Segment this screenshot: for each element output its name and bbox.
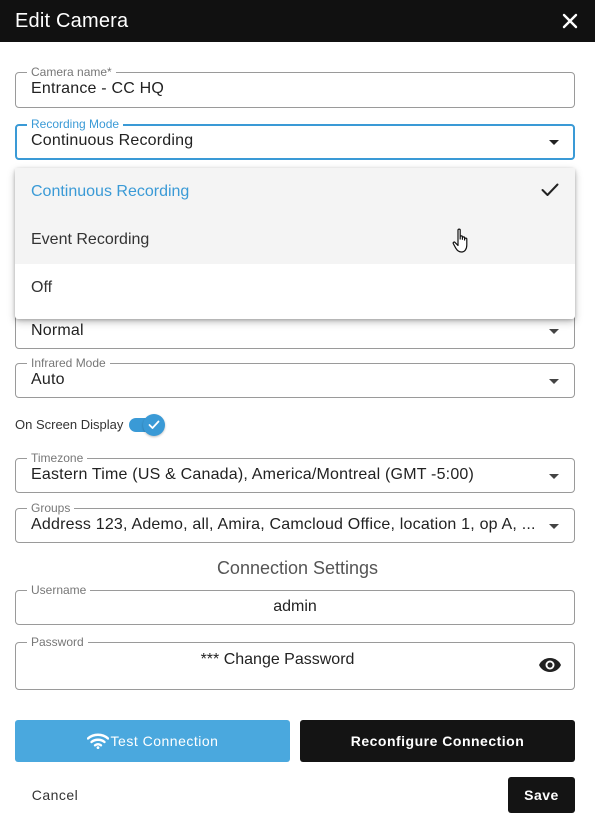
osd-row: On Screen Display xyxy=(15,413,166,436)
camera-name-label: Camera name* xyxy=(27,65,116,79)
test-connection-button[interactable]: Test Connection xyxy=(15,720,290,762)
test-connection-label: Test Connection xyxy=(110,733,219,749)
camera-name-value: Entrance - CC HQ xyxy=(31,80,165,97)
osd-label: On Screen Display xyxy=(15,416,124,432)
camera-name-field[interactable]: Camera name* Entrance - CC HQ xyxy=(15,65,575,108)
dropdown-option-continuous[interactable]: Continuous Recording xyxy=(15,168,575,216)
chevron-down-icon xyxy=(549,379,559,384)
chevron-down-icon xyxy=(549,474,559,479)
dialog-title: Edit Camera xyxy=(15,9,129,32)
infrared-mode-value: Auto xyxy=(31,371,65,388)
option-label: Off xyxy=(31,279,53,296)
dialog-header: Edit Camera xyxy=(0,0,595,42)
wifi-icon xyxy=(86,733,109,749)
password-value: *** Change Password xyxy=(200,651,355,668)
reconfigure-connection-button[interactable]: Reconfigure Connection xyxy=(300,720,575,762)
timezone-label: Timezone xyxy=(27,451,88,465)
timezone-select[interactable]: Timezone Eastern Time (US & Canada), Ame… xyxy=(15,451,575,493)
option-label: Event Recording xyxy=(31,231,150,248)
hand-pointer-icon xyxy=(452,228,472,259)
chevron-down-icon xyxy=(549,329,559,334)
username-value: admin xyxy=(273,598,317,615)
checkmark-icon xyxy=(148,420,160,429)
password-field[interactable]: Password *** Change Password xyxy=(15,635,575,690)
chevron-down-icon xyxy=(549,140,559,145)
toggle-thumb xyxy=(143,414,166,436)
check-icon xyxy=(541,183,559,202)
connection-settings-title: Connection Settings xyxy=(216,558,379,578)
groups-value: Address 123, Ademo, all, Amira, Camcloud… xyxy=(31,516,536,533)
infrared-mode-label: Infrared Mode xyxy=(27,356,110,370)
infrared-mode-select[interactable]: Infrared Mode Auto xyxy=(15,356,575,398)
recording-mode-label: Recording Mode xyxy=(27,117,124,131)
dropdown-option-event[interactable]: Event Recording xyxy=(15,216,575,264)
recording-mode-select[interactable]: Recording Mode Continuous Recording xyxy=(15,117,575,160)
save-button[interactable]: Save xyxy=(508,777,575,813)
recording-mode-value: Continuous Recording xyxy=(31,132,194,149)
dropdown-option-off[interactable]: Off xyxy=(15,264,575,312)
username-label: Username xyxy=(27,583,91,597)
password-label: Password xyxy=(27,635,88,649)
eye-icon[interactable] xyxy=(538,657,562,678)
cancel-button[interactable]: Cancel xyxy=(15,777,95,813)
chevron-down-icon xyxy=(549,524,559,529)
groups-select[interactable]: Groups Address 123, Ademo, all, Amira, C… xyxy=(15,501,575,543)
close-icon[interactable] xyxy=(560,11,580,31)
option-label: Continuous Recording xyxy=(31,183,190,200)
osd-toggle[interactable] xyxy=(129,413,166,436)
recording-mode-dropdown: Continuous Recording Event Recording Off xyxy=(15,168,575,319)
timezone-value: Eastern Time (US & Canada), America/Mont… xyxy=(31,466,475,483)
username-field[interactable]: Username admin xyxy=(15,583,575,625)
groups-label: Groups xyxy=(27,501,75,515)
hidden-mode-value: Normal xyxy=(31,322,84,339)
